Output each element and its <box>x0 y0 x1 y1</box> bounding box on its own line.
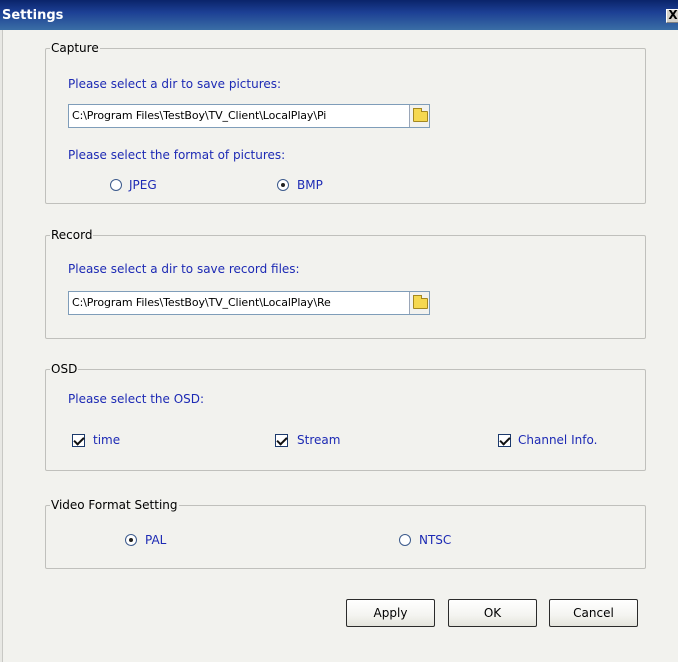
stream-label[interactable]: Stream <box>297 433 340 447</box>
channel-info-label[interactable]: Channel Info. <box>518 433 597 447</box>
record-dir-value: C:\Program Files\TestBoy\TV_Client\Local… <box>72 296 331 309</box>
folder-icon <box>413 295 428 309</box>
video-format-legend: Video Format Setting <box>50 498 179 512</box>
jpeg-radio[interactable] <box>110 179 122 191</box>
stream-checkbox[interactable] <box>275 434 288 447</box>
osd-prompt: Please select the OSD: <box>68 392 205 406</box>
ntsc-label[interactable]: NTSC <box>419 533 451 547</box>
apply-button[interactable]: Apply <box>346 599 435 627</box>
record-group: Record Please select a dir to save recor… <box>45 228 646 339</box>
capture-legend: Capture <box>50 41 100 55</box>
record-dir-field[interactable]: C:\Program Files\TestBoy\TV_Client\Local… <box>68 291 430 315</box>
record-dir-prompt: Please select a dir to save record files… <box>68 262 300 276</box>
pal-label[interactable]: PAL <box>145 533 166 547</box>
capture-browse-button[interactable] <box>409 105 429 127</box>
time-label[interactable]: time <box>93 433 120 447</box>
record-browse-button[interactable] <box>409 292 429 314</box>
capture-format-prompt: Please select the format of pictures: <box>68 148 286 162</box>
channel-info-checkbox[interactable] <box>498 434 511 447</box>
window-border <box>0 30 3 662</box>
osd-group: OSD Please select the OSD: time Stream C… <box>45 362 646 471</box>
folder-icon <box>413 108 428 122</box>
capture-dir-field[interactable]: C:\Program Files\TestBoy\TV_Client\Local… <box>68 104 430 128</box>
record-legend: Record <box>50 228 94 242</box>
cancel-button[interactable]: Cancel <box>549 599 638 627</box>
close-icon[interactable]: X <box>666 9 678 23</box>
settings-dialog: Settings X Capture Please select a dir t… <box>0 0 678 662</box>
title-bar[interactable]: Settings X <box>0 0 678 30</box>
bmp-label[interactable]: BMP <box>297 178 323 192</box>
pal-radio[interactable] <box>125 534 137 546</box>
window-title: Settings <box>2 8 64 23</box>
ntsc-radio[interactable] <box>399 534 411 546</box>
osd-legend: OSD <box>50 362 79 376</box>
jpeg-label[interactable]: JPEG <box>129 178 157 192</box>
capture-dir-value: C:\Program Files\TestBoy\TV_Client\Local… <box>72 109 327 122</box>
video-format-group: Video Format Setting PAL NTSC <box>45 498 646 569</box>
capture-group: Capture Please select a dir to save pict… <box>45 41 646 204</box>
capture-dir-prompt: Please select a dir to save pictures: <box>68 77 282 91</box>
ok-button[interactable]: OK <box>448 599 537 627</box>
bmp-radio[interactable] <box>277 179 289 191</box>
time-checkbox[interactable] <box>72 434 85 447</box>
